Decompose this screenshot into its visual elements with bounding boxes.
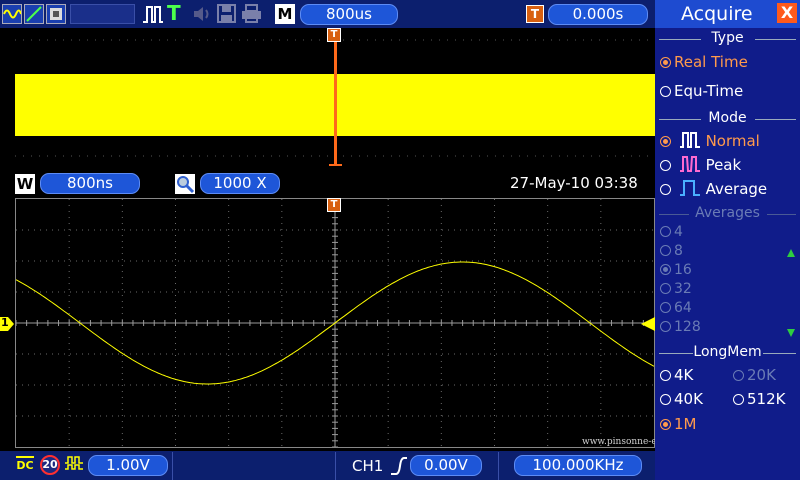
section-averages: Averages (655, 205, 800, 223)
acquire-menu: Acquire X Type Real Time Equ-Time Mode N… (655, 0, 800, 480)
menu-title: Acquire (681, 3, 753, 25)
section-longmem: LongMem (655, 344, 800, 362)
invert-icon (64, 455, 84, 473)
coupling-label: DC (16, 459, 34, 472)
option-real-time[interactable]: Real Time (660, 52, 748, 72)
channel1-marker[interactable]: 1 (0, 316, 14, 331)
waveform-trigger-marker: T (327, 198, 341, 212)
section-type-label: Type (711, 30, 744, 46)
timebase-value[interactable]: 800us (300, 4, 398, 25)
option-average-label: Average (705, 180, 768, 198)
pulse-icon (142, 4, 164, 24)
window-badge: W (15, 174, 35, 194)
close-menu-button[interactable]: X (777, 3, 797, 23)
channel1-marker-label: 1 (1, 316, 9, 329)
trigger-position-value[interactable]: 0.000s (548, 4, 648, 25)
menu-title-bar: Acquire X (655, 0, 800, 28)
trigger-position-icon: T (526, 5, 544, 23)
timebase-badge: M (275, 4, 295, 24)
option-mem-512k-label: 512K (747, 390, 786, 408)
option-avg-16-label: 16 (674, 262, 692, 278)
trigger-level[interactable]: 0.00V (410, 455, 482, 476)
option-equ-time-label: Equ-Time (674, 82, 744, 100)
option-avg-32-label: 32 (674, 281, 692, 297)
normal-mode-icon (679, 132, 700, 148)
scroll-up-icon[interactable] (787, 242, 795, 257)
option-mem-512k[interactable]: 512K (733, 389, 785, 409)
rising-edge-icon (390, 456, 408, 476)
average-mode-icon (679, 180, 700, 196)
volts-per-div[interactable]: 1.00V (88, 455, 168, 476)
save-icon (217, 4, 236, 23)
option-peak[interactable]: Peak (660, 155, 741, 175)
option-average[interactable]: Average (660, 179, 767, 199)
option-avg-64-label: 64 (674, 300, 692, 316)
section-longmem-label: LongMem (693, 344, 762, 360)
option-avg-128-label: 128 (674, 319, 701, 335)
datetime: 27-May-10 03:38 (510, 174, 638, 192)
waveform-display (15, 198, 655, 448)
trigger-icon: T (167, 1, 181, 25)
print-icon (241, 4, 262, 23)
peak-mode-icon (679, 156, 700, 172)
section-averages-label: Averages (695, 205, 760, 221)
sound-icon (192, 6, 212, 22)
empty-status-slot (70, 4, 135, 24)
section-type: Type (655, 30, 800, 48)
option-mem-1m-label: 1M (674, 415, 697, 433)
option-avg-4-label: 4 (674, 224, 683, 240)
section-mode: Mode (655, 110, 800, 128)
option-mem-1m[interactable]: 1M (660, 414, 697, 434)
bw-limit-label: 20 (42, 458, 58, 471)
option-mem-40k[interactable]: 40K (660, 389, 703, 409)
option-avg-128: 128 (660, 318, 701, 337)
option-avg-8-label: 8 (674, 243, 683, 259)
option-avg-4: 4 (660, 223, 683, 242)
option-avg-32: 32 (660, 280, 692, 299)
line-icon[interactable] (24, 4, 44, 24)
zoom-icon (175, 174, 195, 194)
memory-overview (15, 28, 655, 168)
option-peak-label: Peak (705, 156, 742, 174)
option-mem-20k: 20K (733, 365, 776, 385)
scroll-down-icon[interactable] (787, 322, 795, 337)
overview-trigger-line (334, 40, 337, 166)
waveform-icon[interactable] (2, 4, 22, 24)
frequency-counter: 100.000KHz (514, 455, 642, 476)
option-normal[interactable]: Normal (660, 131, 760, 151)
bottom-divider (172, 452, 173, 480)
option-mem-40k-label: 40K (674, 390, 703, 408)
trigger-source: CH1 (352, 457, 384, 475)
bottom-divider (498, 452, 499, 480)
zoom-factor[interactable]: 1000 X (200, 173, 280, 194)
option-avg-8: 8 (660, 242, 683, 261)
option-real-time-label: Real Time (674, 53, 748, 71)
option-avg-16: 16 (660, 261, 692, 280)
option-mem-4k-label: 4K (674, 366, 694, 384)
option-avg-64: 64 (660, 299, 692, 318)
window-timebase[interactable]: 800ns (40, 173, 140, 194)
trigger-level-marker[interactable] (641, 316, 655, 331)
option-equ-time[interactable]: Equ-Time (660, 81, 743, 101)
bandwidth-limit-icon: 20 (40, 455, 60, 475)
overview-trigger-marker: T (327, 28, 341, 42)
option-mem-4k[interactable]: 4K (660, 365, 693, 385)
persistence-icon[interactable] (46, 4, 66, 24)
dc-coupling-icon: DC (14, 454, 36, 476)
option-normal-label: Normal (705, 132, 760, 150)
section-mode-label: Mode (708, 110, 747, 126)
bottom-divider (335, 452, 336, 480)
option-mem-20k-label: 20K (747, 366, 776, 384)
